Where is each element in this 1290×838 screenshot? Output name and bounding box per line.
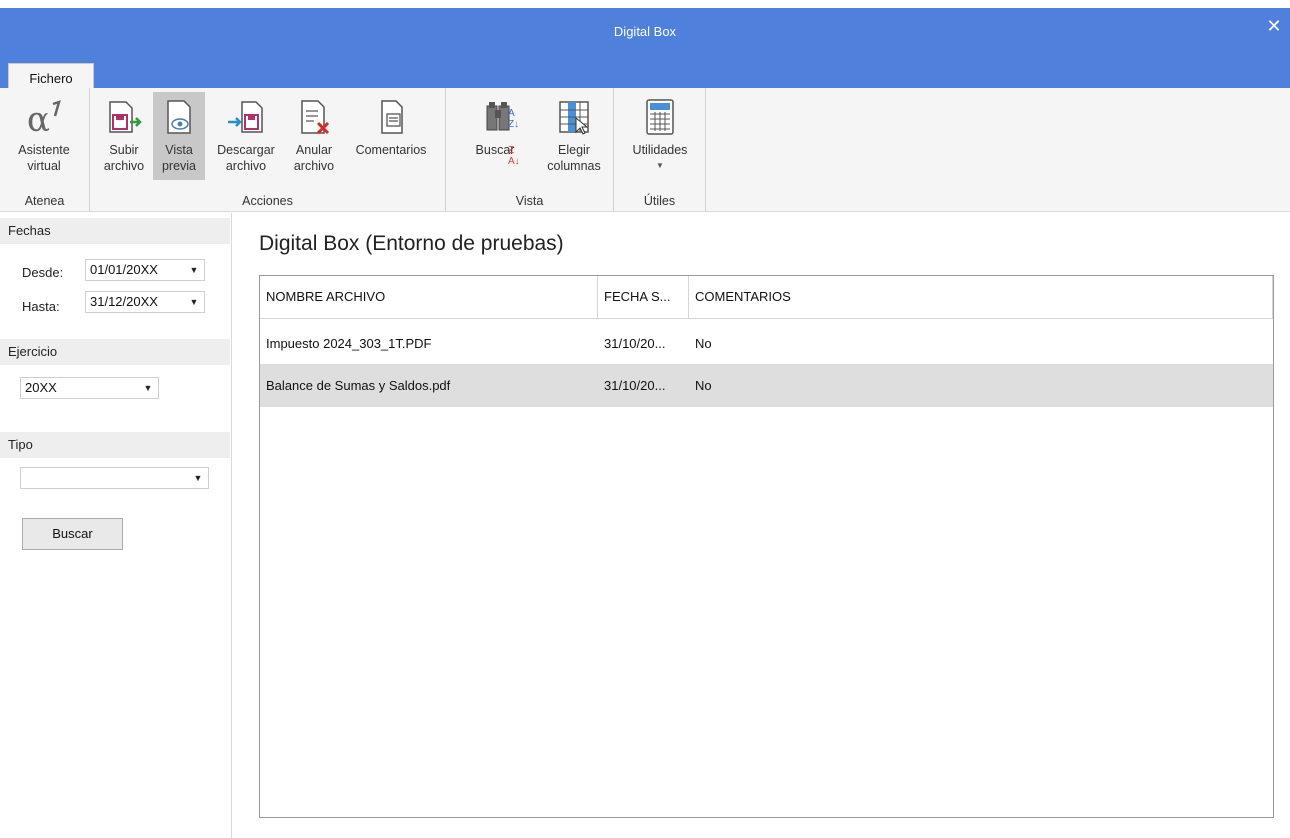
group-label-vista: Vista — [515, 194, 544, 208]
group-label-atenea: Atenea — [24, 194, 65, 208]
descargar-archivo-label: Descargar archivo — [217, 143, 275, 173]
ejercicio-header: Ejercicio — [0, 339, 230, 365]
ribbon-group-atenea: α Asistente virtual Atenea — [0, 88, 90, 212]
alpha-icon: α — [27, 100, 61, 138]
anular-archivo-label: Anular archivo — [293, 143, 335, 173]
chevron-down-icon[interactable]: ▼ — [138, 378, 158, 398]
columns-icon — [559, 101, 589, 135]
ejercicio-select[interactable]: 20XX ▼ — [20, 377, 159, 399]
cell-comentarios: No — [695, 336, 712, 351]
column-header-nombre[interactable]: NOMBRE ARCHIVO — [260, 276, 598, 318]
cell-fecha: 31/10/20... — [604, 336, 666, 351]
grid-header: NOMBRE ARCHIVO FECHA S... COMENTARIOS — [260, 276, 1273, 319]
chevron-down-icon[interactable]: ▼ — [184, 292, 204, 312]
utilidades-button[interactable]: Utilidades ▼ — [620, 92, 700, 180]
upload-file-icon — [109, 101, 142, 133]
desde-label: Desde: — [22, 265, 64, 280]
ribbon-group-vista: Buscar A Z↓ Z A↓ Elegir columnas Vista — [446, 88, 614, 212]
elegir-columnas-label: Elegir columnas — [547, 143, 601, 173]
cancel-file-icon — [301, 100, 330, 135]
ribbon: α Asistente virtual Atenea Subir archivo — [0, 88, 1290, 212]
sort-ascending-icon[interactable]: A Z↓ — [508, 108, 519, 130]
table-row[interactable]: Impuesto 2024_303_1T.PDF 31/10/20... No — [260, 322, 1273, 365]
chevron-down-icon[interactable]: ▼ — [184, 260, 204, 280]
tipo-header: Tipo — [0, 432, 230, 458]
sort-descending-icon[interactable]: Z A↓ — [508, 145, 520, 167]
comentarios-button[interactable]: Comentarios — [344, 92, 438, 180]
filter-panel: Fechas Desde: 01/01/20XX ▼ Hasta: 31/12/… — [0, 213, 232, 838]
page-title: Digital Box (Entorno de pruebas) — [259, 232, 564, 255]
desde-value: 01/01/20XX — [90, 262, 158, 277]
desde-date-picker[interactable]: 01/01/20XX ▼ — [85, 259, 205, 281]
ejercicio-value: 20XX — [25, 380, 57, 395]
column-header-fecha[interactable]: FECHA S... — [598, 276, 689, 318]
comment-document-icon — [381, 100, 403, 134]
comentarios-label: Comentarios — [355, 143, 427, 157]
vista-previa-label: Vista previa — [161, 143, 197, 173]
buscar-button[interactable]: Buscar — [22, 518, 123, 550]
hasta-date-picker[interactable]: 31/12/20XX ▼ — [85, 291, 205, 313]
buscar-sort-button[interactable]: Buscar — [450, 92, 540, 180]
files-grid: NOMBRE ARCHIVO FECHA S... COMENTARIOS Im… — [259, 275, 1274, 818]
cell-comentarios: No — [695, 378, 712, 393]
svg-text:α: α — [27, 100, 50, 138]
group-label-acciones: Acciones — [242, 194, 293, 208]
calculator-icon — [646, 99, 674, 135]
column-header-comentarios[interactable]: COMENTARIOS — [689, 276, 1273, 318]
asistente-virtual-button[interactable]: α Asistente virtual — [4, 92, 84, 180]
fechas-header: Fechas — [0, 218, 230, 244]
descargar-archivo-button[interactable]: Descargar archivo — [208, 92, 284, 180]
title-bar: Digital Box ✕ Fichero — [0, 8, 1290, 96]
subir-archivo-button[interactable]: Subir archivo — [96, 92, 152, 180]
subir-archivo-label: Subir archivo — [103, 143, 145, 173]
anular-archivo-button[interactable]: Anular archivo — [286, 92, 342, 180]
group-label-utiles: Útiles — [643, 194, 676, 208]
ribbon-group-acciones: Subir archivo Vista previa Descargar arc… — [90, 88, 446, 212]
buscar-label: Buscar — [475, 143, 515, 157]
binoculars-icon — [486, 102, 510, 131]
table-row[interactable]: Balance de Sumas y Saldos.pdf 31/10/20..… — [260, 364, 1273, 407]
download-file-icon — [228, 101, 263, 133]
elegir-columnas-button[interactable]: Elegir columnas — [540, 92, 608, 180]
dropdown-arrow-icon: ▼ — [656, 161, 664, 170]
chevron-down-icon[interactable]: ▼ — [188, 468, 208, 488]
tipo-select[interactable]: ▼ — [20, 467, 209, 489]
close-icon[interactable]: ✕ — [1264, 16, 1284, 36]
vista-previa-button[interactable]: Vista previa — [153, 92, 205, 180]
window-title: Digital Box — [613, 24, 677, 39]
cell-nombre: Impuesto 2024_303_1T.PDF — [266, 336, 432, 351]
cell-nombre: Balance de Sumas y Saldos.pdf — [266, 378, 451, 393]
cell-fecha: 31/10/20... — [604, 378, 666, 393]
ribbon-group-utiles: Utilidades ▼ Útiles — [614, 88, 706, 212]
hasta-label: Hasta: — [22, 299, 60, 314]
asistente-virtual-label: Asistente virtual — [18, 143, 70, 173]
utilidades-label: Utilidades — [632, 143, 688, 157]
hasta-value: 31/12/20XX — [90, 294, 158, 309]
preview-eye-icon — [167, 100, 191, 134]
